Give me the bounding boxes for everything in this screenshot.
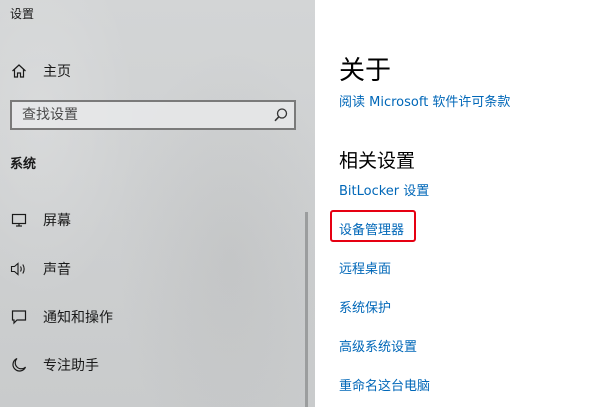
section-header-system: 系统 bbox=[10, 157, 37, 172]
speaker-icon bbox=[10, 260, 28, 278]
settings-window: 设置 主页 系统 屏幕 声音 bbox=[0, 0, 600, 407]
bitlocker-settings-link[interactable]: BitLocker 设置 bbox=[339, 180, 429, 199]
sidebar-item-focus-assist[interactable]: 专注助手 bbox=[0, 350, 300, 380]
remote-desktop-link[interactable]: 远程桌面 bbox=[339, 258, 391, 277]
related-settings-heading: 相关设置 bbox=[339, 150, 416, 172]
sidebar-item-label: 主页 bbox=[43, 64, 71, 80]
rename-pc-link[interactable]: 重命名这台电脑 bbox=[339, 375, 430, 394]
search-box[interactable] bbox=[10, 100, 296, 130]
sidebar-scrollbar[interactable] bbox=[305, 212, 308, 407]
page-title: 关于 bbox=[339, 56, 392, 86]
sidebar-item-label: 声音 bbox=[43, 262, 71, 278]
sidebar-item-home[interactable]: 主页 bbox=[0, 56, 300, 86]
home-icon bbox=[10, 62, 28, 80]
sidebar-item-label: 专注助手 bbox=[43, 358, 99, 374]
notification-icon bbox=[10, 308, 28, 326]
sidebar-item-sound[interactable]: 声音 bbox=[0, 254, 300, 284]
search-icon[interactable] bbox=[272, 106, 290, 124]
search-input[interactable] bbox=[22, 102, 262, 128]
sidebar: 设置 主页 系统 屏幕 声音 bbox=[0, 0, 315, 407]
main-content: 关于 阅读 Microsoft 软件许可条款 相关设置 BitLocker 设置… bbox=[339, 0, 600, 407]
sidebar-item-display[interactable]: 屏幕 bbox=[0, 205, 300, 235]
system-protection-link[interactable]: 系统保护 bbox=[339, 297, 391, 316]
sidebar-item-label: 屏幕 bbox=[43, 213, 71, 229]
sidebar-item-label: 通知和操作 bbox=[43, 310, 113, 326]
moon-icon bbox=[10, 356, 28, 374]
window-title: 设置 bbox=[10, 7, 35, 21]
monitor-icon bbox=[10, 211, 28, 229]
sidebar-item-notifications[interactable]: 通知和操作 bbox=[0, 302, 300, 332]
advanced-system-settings-link[interactable]: 高级系统设置 bbox=[339, 336, 417, 355]
license-terms-link[interactable]: 阅读 Microsoft 软件许可条款 bbox=[339, 91, 510, 110]
device-manager-highlight bbox=[330, 210, 416, 242]
